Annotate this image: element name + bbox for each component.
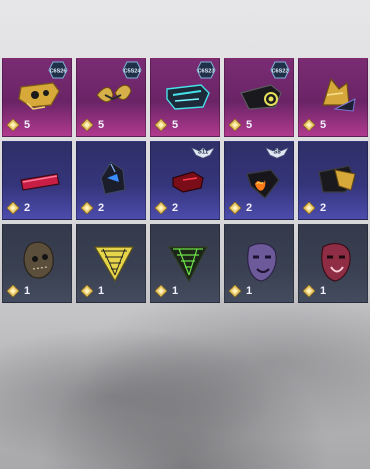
quantity: 2 [81, 201, 104, 215]
red-visor-glasses-icon [20, 173, 60, 191]
quantity-value: 5 [172, 119, 179, 131]
diamond-icon [229, 202, 241, 214]
quantity-value: 2 [172, 202, 179, 214]
svg-text:S8: S8 [273, 150, 281, 156]
diamond-icon [155, 285, 167, 297]
diamond-icon [303, 285, 315, 297]
quantity: 5 [81, 118, 104, 132]
diamond-icon [229, 285, 241, 297]
item-card[interactable]: C6S23 5 [150, 58, 220, 137]
purple-theater-mask-icon [247, 242, 277, 282]
green-web-bandana-icon [167, 246, 208, 283]
item-card[interactable]: 1 [76, 224, 146, 303]
season-badge-icon: C6S26 [48, 61, 68, 79]
item-card[interactable]: 2 [298, 141, 368, 220]
diamond-icon [7, 119, 19, 131]
inventory-row-slate: 1 1 1 1 1 [0, 224, 370, 303]
quantity: 2 [155, 201, 178, 215]
quantity: 1 [7, 284, 30, 298]
diamond-icon [81, 202, 93, 214]
diamond-icon [155, 119, 167, 131]
diamond-icon [7, 285, 19, 297]
item-card[interactable]: 1 [150, 224, 220, 303]
svg-text:C6S26: C6S26 [50, 69, 67, 75]
season-wings-badge-icon: S11 [191, 147, 215, 159]
season-badge-icon: C5S24 [122, 61, 142, 79]
red-theater-mask-icon [321, 242, 351, 282]
item-card[interactable]: 1 [2, 224, 72, 303]
svg-text:C6S23: C6S23 [198, 69, 215, 75]
inventory-row-purple: C6S26 5 C5S24 5 C6S23 5 C6S22 5 5 [0, 58, 370, 137]
quantity: 5 [7, 118, 30, 132]
quantity: 5 [155, 118, 178, 132]
quantity-value: 2 [24, 202, 31, 214]
diamond-icon [7, 202, 19, 214]
item-card[interactable]: 5 [298, 58, 368, 137]
quantity: 1 [229, 284, 252, 298]
quantity-value: 5 [98, 119, 105, 131]
item-card[interactable]: S11 2 [150, 141, 220, 220]
item-card[interactable]: C6S26 5 [2, 58, 72, 137]
item-card[interactable]: C6S22 5 [224, 58, 294, 137]
stitched-sack-mask-icon [23, 241, 54, 279]
background-texture [0, 289, 370, 469]
season-badge-icon: C6S22 [270, 61, 290, 79]
quantity: 2 [7, 201, 30, 215]
item-card[interactable]: 1 [224, 224, 294, 303]
quantity: 1 [155, 284, 178, 298]
season-wings-badge-icon: S8 [265, 147, 289, 159]
quantity: 2 [303, 201, 326, 215]
gold-wrap-mask-icon [318, 165, 356, 193]
dark-crystal-helmet-icon [100, 161, 126, 195]
item-card[interactable]: S8 2 [224, 141, 294, 220]
quantity-value: 1 [172, 285, 179, 297]
quantity-value: 1 [98, 285, 105, 297]
quantity-value: 1 [24, 285, 31, 297]
quantity-value: 5 [246, 119, 253, 131]
diamond-icon [81, 285, 93, 297]
diamond-icon [303, 119, 315, 131]
quantity-value: 1 [320, 285, 327, 297]
item-card[interactable]: 2 [2, 141, 72, 220]
item-card[interactable]: C5S24 5 [76, 58, 146, 137]
season-badge-icon: C6S23 [196, 61, 216, 79]
inventory-row-indigo: 2 2 S11 2 S8 2 2 [0, 141, 370, 220]
quantity: 1 [303, 284, 326, 298]
diamond-icon [155, 202, 167, 214]
quantity-value: 1 [246, 285, 253, 297]
diamond-icon [81, 119, 93, 131]
item-card[interactable]: 1 [298, 224, 368, 303]
yellow-net-bandana-icon [93, 246, 134, 283]
item-card[interactable]: 2 [76, 141, 146, 220]
quantity: 2 [229, 201, 252, 215]
quantity-value: 2 [320, 202, 327, 214]
svg-text:C5S24: C5S24 [124, 69, 142, 75]
gold-winged-helmet-icon [322, 77, 356, 112]
diamond-icon [303, 202, 315, 214]
quantity-value: 2 [98, 202, 105, 214]
quantity: 1 [81, 284, 104, 298]
quantity: 5 [229, 118, 252, 132]
diamond-icon [229, 119, 241, 131]
quantity: 5 [303, 118, 326, 132]
quantity-value: 5 [320, 119, 327, 131]
svg-text:S11: S11 [198, 150, 209, 156]
quantity-value: 5 [24, 119, 31, 131]
svg-text:C6S22: C6S22 [272, 69, 289, 75]
quantity-value: 2 [246, 202, 253, 214]
